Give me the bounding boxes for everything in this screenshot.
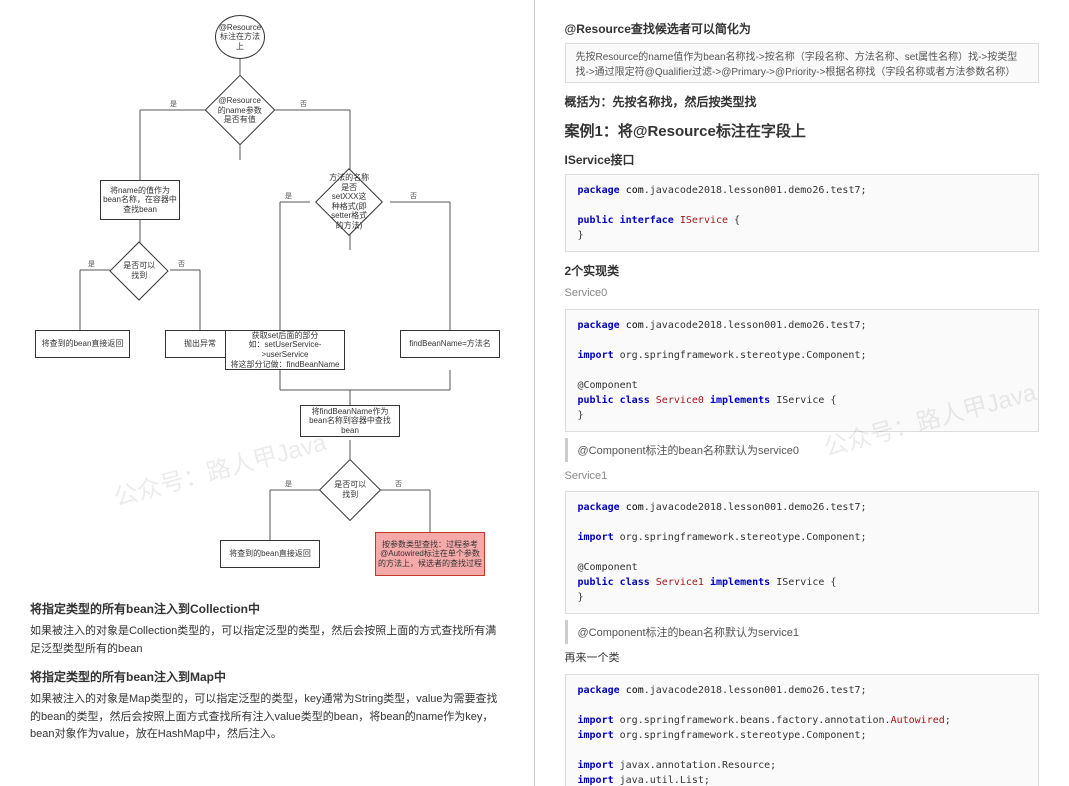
h-map: 将指定类型的所有bean注入到Map中 [30,668,504,685]
flow-d-name: @Resource的name参数是否有值 [205,75,276,146]
h-collection: 将指定类型的所有bean注入到Collection中 [30,600,504,617]
flow-lookup-label: 将findBeanName作为bean名称到容器中查找bean [303,407,397,436]
flow-lookup: 将findBeanName作为bean名称到容器中查找bean [300,405,400,437]
flow-return1: 将查到的bean直接返回 [35,330,130,358]
note-service0: @Component标注的bean名称默认为service0 [565,438,1040,462]
h-2impl: 2个实现类 [565,262,1040,279]
left-page: 是 否 是 否 是 否 是 否 @Resource标注在方 [0,0,535,786]
svg-text:否: 否 [300,100,307,108]
svg-text:否: 否 [178,260,185,268]
note-service1: @Component标注的bean名称默认为service1 [565,620,1040,644]
flow-d-found2-label: 是否可以找到 [331,480,369,499]
h-iservice: IService接口 [565,151,1040,168]
svg-text:否: 否 [395,480,402,488]
flow-start: @Resource标注在方法上 [215,15,265,59]
svg-text:是: 是 [88,260,95,268]
flow-throw-label: 抛出异常 [184,339,216,349]
flow-lines: 是 否 是 否 是 否 是 否 [30,10,520,590]
flowchart: 是 否 是 否 是 否 是 否 @Resource标注在方 [30,10,520,590]
flow-d-name-label: @Resource的name参数是否有值 [218,96,262,125]
flow-d-found1-label: 是否可以找到 [121,261,157,280]
code-service1: package com.javacode2018.lesson001.demo2… [565,491,1040,614]
flow-autowired: 按参数类型查找：过程参考@Autowired标注在单个参数的方法上，候选者的查找… [375,532,485,576]
flow-autowired-label: 按参数类型查找：过程参考@Autowired标注在单个参数的方法上，候选者的查找… [378,540,482,569]
right-page: @Resource查找候选者可以简化为 先按Resource的name值作为be… [535,0,1069,786]
note-simplify: 先按Resource的name值作为bean名称找->按名称（字段名称、方法名称… [565,43,1040,83]
code-iservice: package com.javacode2018.lesson001.demo2… [565,174,1040,252]
flow-d-found2: 是否可以找到 [319,459,381,521]
flow-d-setter-label: 方法的名称是否setXXX这种格式(即setter格式的方法) [328,173,370,231]
h-case1: 案例1：将@Resource标注在字段上 [565,120,1040,141]
h-summary: 概括为：先按名称找，然后按类型找 [565,93,1040,110]
svg-text:否: 否 [410,192,417,200]
flow-d-found1: 是否可以找到 [109,241,168,300]
sub-service1: Service1 [565,468,1040,486]
flow-strip-set: 获取set后面的部分 如：setUserService->userService… [225,330,345,370]
h-simplify: @Resource查找候选者可以简化为 [565,20,1040,37]
flow-start-label: @Resource标注在方法上 [218,23,262,52]
p-another: 再来一个类 [565,650,1040,668]
flow-return2-label: 将查到的bean直接返回 [229,549,311,559]
p-collection: 如果被注入的对象是Collection类型的，可以指定泛型的类型，然后会按照上面… [30,623,504,658]
flow-use-name-label: 将name的值作为bean名称，在容器中查找bean [103,186,177,215]
sub-service0: Service0 [565,285,1040,303]
svg-text:是: 是 [285,192,292,200]
code-service2: package com.javacode2018.lesson001.demo2… [565,674,1040,786]
flow-strip-set-label: 获取set后面的部分 如：setUserService->userService… [228,331,342,369]
flow-d-setter: 方法的名称是否setXXX这种格式(即setter格式的方法) [315,168,383,236]
svg-text:是: 是 [170,100,177,108]
flow-return1-label: 将查到的bean直接返回 [42,339,124,349]
p-map: 如果被注入的对象是Map类型的，可以指定泛型的类型，key通常为String类型… [30,691,504,744]
svg-text:是: 是 [285,480,292,488]
flow-use-name: 将name的值作为bean名称，在容器中查找bean [100,180,180,220]
flow-return2: 将查到的bean直接返回 [220,540,320,568]
flow-methodname-label: findBeanName=方法名 [409,339,491,349]
flow-methodname: findBeanName=方法名 [400,330,500,358]
code-service0: package com.javacode2018.lesson001.demo2… [565,309,1040,432]
